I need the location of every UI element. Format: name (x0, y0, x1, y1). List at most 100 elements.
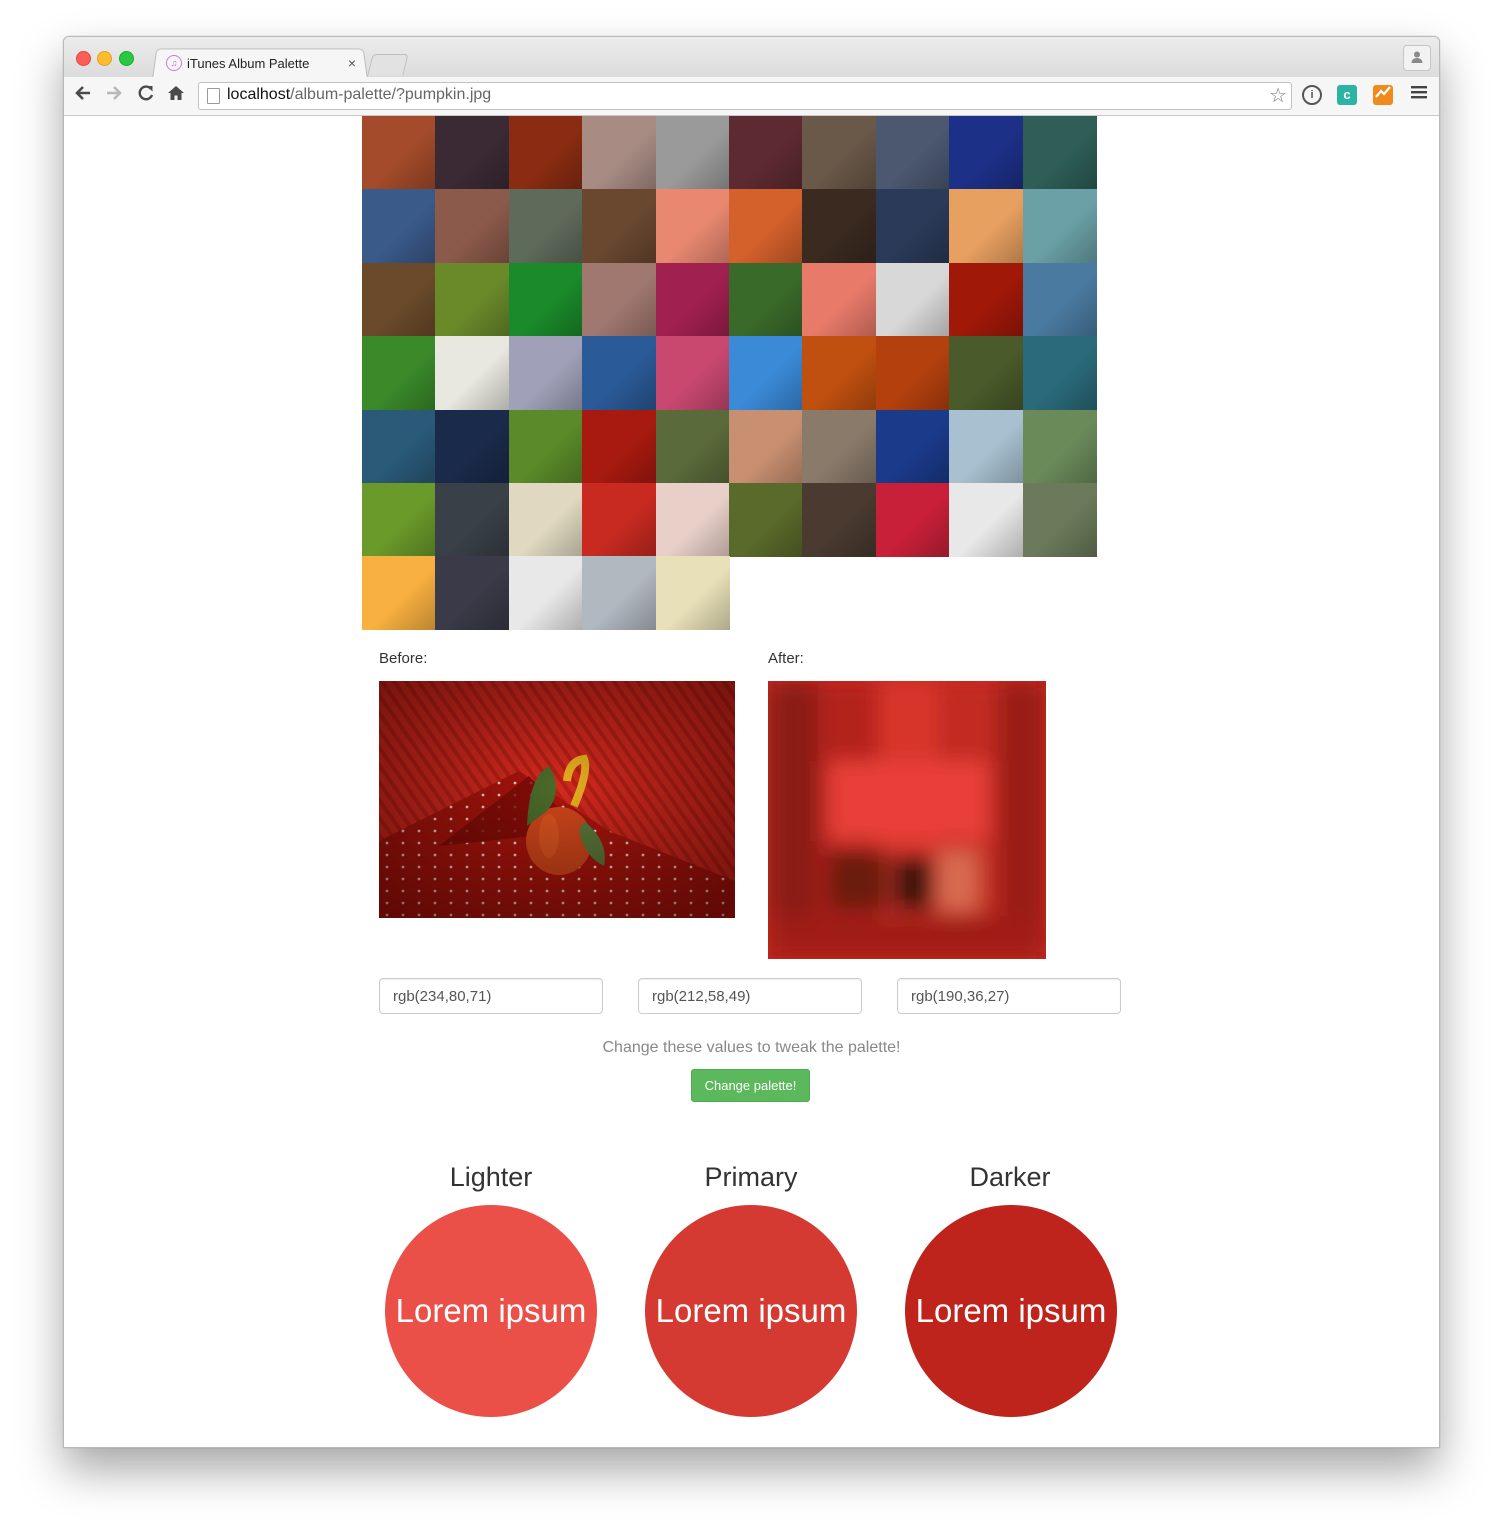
album-thumbnail[interactable] (729, 116, 803, 190)
album-thumbnail[interactable] (949, 336, 1024, 411)
before-image (379, 681, 735, 918)
reload-icon[interactable] (134, 83, 158, 107)
title-bar: ♫ iTunes Album Palette × (64, 37, 1439, 79)
primary-color-input[interactable] (638, 978, 862, 1014)
album-thumbnail[interactable] (435, 116, 510, 190)
darker-swatch: Lorem ipsum (905, 1205, 1117, 1417)
darker-title: Darker (969, 1162, 1051, 1192)
album-thumbnail[interactable] (362, 409, 436, 484)
album-thumbnail[interactable] (508, 483, 583, 557)
lighter-swatch: Lorem ipsum (385, 1205, 597, 1417)
album-thumbnail[interactable] (949, 262, 1024, 337)
album-thumbnail[interactable] (949, 189, 1024, 264)
album-thumbnail[interactable] (655, 409, 730, 484)
bookmark-star-icon[interactable]: ☆ (1269, 83, 1287, 108)
album-thumbnail[interactable] (508, 189, 583, 264)
home-icon[interactable] (164, 83, 188, 107)
page-icon (207, 88, 220, 104)
album-thumbnail[interactable] (875, 189, 950, 264)
forward-icon[interactable] (102, 83, 126, 107)
primary-title: Primary (704, 1162, 798, 1192)
album-thumbnail[interactable] (362, 556, 436, 631)
album-thumbnail[interactable] (802, 116, 877, 190)
album-thumbnail[interactable] (655, 556, 730, 631)
maximize-window-button[interactable] (119, 51, 134, 66)
active-tab[interactable]: ♫ iTunes Album Palette × (160, 49, 364, 77)
before-label: Before: (379, 650, 428, 667)
album-thumbnail[interactable] (435, 409, 510, 484)
album-thumbnail[interactable] (582, 189, 657, 264)
tab-close-icon[interactable]: × (348, 55, 356, 71)
palette-hint: Change these values to tweak the palette… (602, 1039, 901, 1056)
album-thumbnail[interactable] (949, 409, 1024, 484)
album-thumbnail[interactable] (875, 262, 950, 337)
album-thumbnail[interactable] (362, 262, 436, 337)
album-thumbnail[interactable] (875, 336, 950, 411)
primary-swatch: Lorem ipsum (645, 1205, 857, 1417)
after-label: After: (768, 650, 804, 667)
album-thumbnail[interactable] (875, 116, 950, 190)
album-thumbnail[interactable] (435, 336, 510, 411)
album-thumbnail[interactable] (508, 556, 583, 631)
album-thumbnail[interactable] (875, 483, 950, 557)
back-icon[interactable] (71, 83, 95, 107)
album-thumbnail[interactable] (802, 483, 877, 557)
album-thumbnail[interactable] (508, 336, 583, 411)
album-thumbnail[interactable] (729, 483, 803, 557)
album-thumbnail[interactable] (1022, 336, 1097, 411)
album-thumbnail[interactable] (729, 189, 803, 264)
album-thumbnail[interactable] (435, 556, 510, 631)
onepassword-extension-icon[interactable]: i (1302, 85, 1322, 105)
lighter-color-input[interactable] (379, 978, 603, 1014)
album-thumbnail[interactable] (729, 336, 803, 411)
album-thumbnail[interactable] (508, 116, 583, 190)
analytics-extension-icon[interactable] (1373, 85, 1393, 105)
album-thumbnail[interactable] (1022, 409, 1097, 484)
menu-icon[interactable] (1409, 85, 1429, 105)
album-thumbnail[interactable] (729, 262, 803, 337)
after-blurred-image (768, 681, 1046, 959)
album-thumbnail[interactable] (802, 189, 877, 264)
album-thumbnail[interactable] (729, 409, 803, 484)
address-bar[interactable]: localhost/album-palette/?pumpkin.jpg ☆ (198, 82, 1292, 110)
album-thumbnail[interactable] (362, 336, 436, 411)
album-thumbnail[interactable] (802, 409, 877, 484)
album-thumbnail[interactable] (1022, 262, 1097, 337)
album-thumbnail[interactable] (435, 262, 510, 337)
new-tab-button[interactable] (367, 54, 409, 75)
darker-color-input[interactable] (897, 978, 1121, 1014)
album-thumbnail[interactable] (582, 409, 657, 484)
album-thumbnail[interactable] (508, 409, 583, 484)
album-thumbnail[interactable] (802, 262, 877, 337)
album-thumbnail[interactable] (582, 262, 657, 337)
album-thumbnail[interactable] (655, 116, 730, 190)
album-thumbnail[interactable] (1022, 483, 1097, 557)
album-thumbnail[interactable] (362, 116, 436, 190)
change-palette-button[interactable]: Change palette! (691, 1069, 810, 1102)
album-thumbnail[interactable] (362, 189, 436, 264)
album-thumbnail[interactable] (655, 262, 730, 337)
browser-toolbar: localhost/album-palette/?pumpkin.jpg ☆ i… (64, 77, 1439, 116)
minimize-window-button[interactable] (97, 51, 112, 66)
album-thumbnail[interactable] (1022, 189, 1097, 264)
album-thumbnail[interactable] (582, 556, 657, 631)
c-extension-icon[interactable]: c (1337, 85, 1357, 105)
album-thumbnail[interactable] (949, 116, 1024, 190)
profile-icon[interactable] (1403, 45, 1431, 71)
album-thumbnail[interactable] (1022, 116, 1097, 190)
album-thumbnail[interactable] (362, 483, 436, 557)
darker-swatch-text: Lorem ipsum (915, 1292, 1107, 1329)
close-window-button[interactable] (76, 51, 91, 66)
album-thumbnail[interactable] (655, 483, 730, 557)
album-thumbnail[interactable] (435, 483, 510, 557)
album-thumbnail[interactable] (435, 189, 510, 264)
album-thumbnail[interactable] (802, 336, 877, 411)
album-thumbnail[interactable] (508, 262, 583, 337)
album-thumbnail[interactable] (582, 483, 657, 557)
album-thumbnail[interactable] (655, 336, 730, 411)
album-thumbnail[interactable] (582, 116, 657, 190)
album-thumbnail[interactable] (655, 189, 730, 264)
album-thumbnail[interactable] (949, 483, 1024, 557)
album-thumbnail[interactable] (582, 336, 657, 411)
album-thumbnail[interactable] (875, 409, 950, 484)
